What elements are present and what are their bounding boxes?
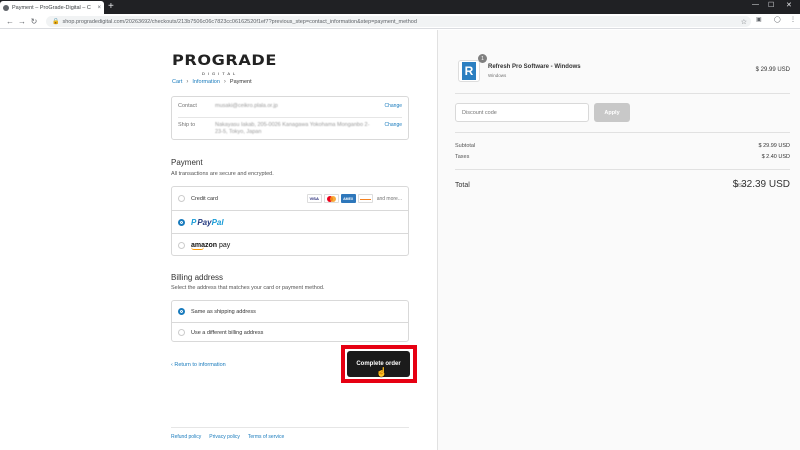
breadcrumb-cart[interactable]: Cart: [172, 79, 182, 85]
breadcrumb: Cart › Information › Payment: [172, 79, 252, 85]
subtotal-row: Subtotal $ 29.99 USD: [455, 143, 790, 149]
order-summary: R 1 Refresh Pro Software - Windows Windo…: [437, 30, 800, 450]
menu-dots-icon[interactable]: ⋮: [790, 16, 796, 23]
minimize-icon[interactable]: —: [752, 1, 759, 8]
payment-title: Payment: [171, 158, 203, 167]
mastercard-icon: [323, 194, 339, 203]
radio-paypal[interactable]: [178, 218, 185, 226]
payment-subtitle: All transactions are secure and encrypte…: [171, 171, 274, 177]
privacy-policy-link[interactable]: Privacy policy: [209, 434, 240, 440]
apply-discount-button[interactable]: Apply: [594, 103, 630, 122]
product-price: $ 29.99 USD: [755, 67, 790, 73]
paypal-logo: PayPal: [197, 218, 223, 227]
browser-tab[interactable]: Payment – ProGrade-Digital – C ×: [0, 1, 104, 14]
different-address-label: Use a different billing address: [191, 329, 264, 336]
option-same-address[interactable]: Same as shipping address: [172, 301, 408, 322]
divider: [178, 117, 402, 118]
taxes-value: $ 2.40 USD: [761, 154, 790, 160]
tab-title: Payment – ProGrade-Digital – C: [12, 4, 91, 11]
maximize-icon[interactable]: ☐: [768, 1, 774, 9]
paypal-pal: Pal: [211, 217, 224, 227]
card-icons: VISA AMEX and more...: [306, 194, 402, 203]
paypal-pay: Pay: [197, 217, 212, 227]
terms-of-service-link[interactable]: Terms of service: [248, 434, 284, 440]
amazon-pay-text: pay: [217, 241, 231, 249]
option-credit-card[interactable]: Credit card VISA AMEX and more...: [172, 187, 408, 210]
lock-icon: 🔒: [52, 19, 60, 25]
ship-value: Nakayasu Iakab, 205-0026 Kanagawa Yokoha…: [215, 122, 370, 135]
total-label: Total: [455, 182, 470, 189]
payment-options: Credit card VISA AMEX and more... P PayP…: [171, 186, 409, 256]
divider: [455, 169, 790, 170]
subtotal-value: $ 29.99 USD: [758, 143, 791, 149]
option-paypal[interactable]: P PayPal: [172, 210, 408, 233]
browser-tab-bar: Payment – ProGrade-Digital – C × + — ☐ ✕: [0, 0, 800, 14]
footer-divider: [171, 427, 409, 428]
chevron-right-icon: ›: [223, 79, 226, 85]
mouse-cursor-icon: ☝: [376, 367, 388, 377]
change-ship-link[interactable]: Change: [384, 122, 402, 128]
discount-code-input[interactable]: [455, 103, 589, 122]
bookmark-star-icon[interactable]: ☆: [741, 18, 747, 26]
ship-label: Ship to: [178, 122, 196, 128]
option-different-address[interactable]: Use a different billing address: [172, 322, 408, 342]
refund-policy-link[interactable]: Refund policy: [171, 434, 201, 440]
return-to-information-link[interactable]: ‹ Return to information: [171, 362, 226, 368]
and-more-text: and more...: [376, 195, 402, 202]
radio-amazon-pay[interactable]: [178, 241, 185, 249]
radio-different-address[interactable]: [178, 329, 185, 336]
prograde-logo[interactable]: PROGRADE: [172, 53, 277, 69]
radio-same-address[interactable]: [178, 308, 185, 315]
back-icon[interactable]: ←: [4, 17, 16, 26]
product-logo-icon: R: [462, 62, 476, 80]
divider: [455, 93, 790, 94]
window-close-icon[interactable]: ✕: [786, 1, 792, 9]
billing-subtitle: Select the address that matches your car…: [171, 285, 325, 291]
billing-options: Same as shipping address Use a different…: [171, 300, 409, 342]
breadcrumb-information[interactable]: Information: [192, 79, 220, 85]
divider: [455, 132, 790, 133]
reload-icon[interactable]: ↻: [28, 17, 40, 26]
discover-icon: [357, 194, 373, 203]
url-text: shop.progradedigital.com/20263692/checko…: [62, 18, 417, 25]
subtotal-label: Subtotal: [455, 143, 476, 149]
forward-icon[interactable]: →: [16, 17, 28, 26]
checkout-main: PROGRADE DIGITAL Cart › Information › Pa…: [0, 30, 437, 450]
address-bar[interactable]: 🔒 shop.progradedigital.com/20263692/chec…: [46, 16, 751, 27]
taxes-label: Taxes: [455, 154, 470, 160]
contact-label: Contact: [178, 103, 197, 109]
radio-credit-card[interactable]: [178, 195, 185, 202]
browser-toolbar: ← → ↻ 🔒 shop.progradedigital.com/2026369…: [0, 14, 800, 29]
product-thumbnail: R: [458, 60, 480, 82]
breadcrumb-payment: Payment: [229, 79, 252, 85]
amex-icon: AMEX: [340, 194, 356, 203]
credit-card-label: Credit card: [191, 195, 218, 202]
product-name: Refresh Pro Software - Windows: [488, 64, 581, 70]
footer-links: Refund policy Privacy policy Terms of se…: [171, 434, 284, 440]
amazon-smile-icon: [191, 247, 204, 250]
extension-icon[interactable]: ▣: [756, 16, 762, 23]
product-variant: Windows: [488, 73, 507, 78]
logo-subtitle: DIGITAL: [202, 71, 239, 76]
review-block: Contact musaki@ceikro.plala.or.jp Change…: [171, 96, 409, 140]
favicon-icon: [3, 4, 9, 11]
paypal-p-icon: P: [191, 217, 197, 227]
chevron-right-icon: ›: [186, 79, 189, 85]
taxes-row: Taxes $ 2.40 USD: [455, 154, 790, 160]
option-amazon-pay[interactable]: amazon pay: [172, 233, 408, 256]
visa-icon: VISA: [306, 194, 322, 203]
quantity-badge: 1: [478, 54, 487, 63]
new-tab-icon[interactable]: +: [108, 2, 114, 12]
same-address-label: Same as shipping address: [191, 308, 256, 315]
total-value: $ 32.39 USD: [732, 179, 790, 190]
billing-title: Billing address: [171, 273, 224, 282]
contact-value: musaki@ceikro.plala.or.jp: [215, 103, 278, 109]
tab-close-icon[interactable]: ×: [97, 5, 101, 11]
change-contact-link[interactable]: Change: [384, 103, 402, 109]
profile-icon[interactable]: ◯: [774, 16, 781, 23]
